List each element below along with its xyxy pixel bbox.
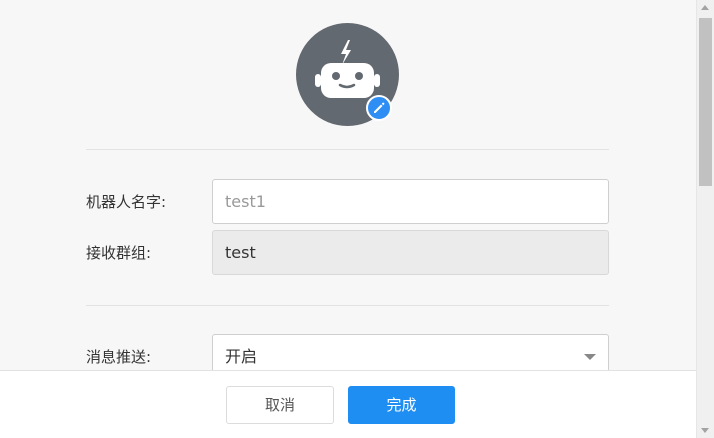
settings-panel: 机器人名字: 接收群组: test 消息推送: 开启 — [0, 0, 696, 370]
robot-name-input[interactable] — [212, 179, 609, 224]
divider — [86, 149, 609, 150]
scroll-down-icon[interactable] — [701, 428, 709, 433]
chevron-down-icon — [584, 354, 596, 360]
robot-name-label: 机器人名字: — [86, 193, 167, 211]
edit-avatar-button[interactable] — [366, 95, 392, 121]
done-button[interactable]: 完成 — [348, 386, 455, 424]
group-label: 接收群组: — [86, 244, 152, 262]
group-field: test — [212, 230, 609, 275]
push-select[interactable]: 开启 — [212, 334, 609, 370]
vertical-scrollbar[interactable] — [696, 0, 714, 438]
push-label: 消息推送: — [86, 348, 152, 366]
cancel-button[interactable]: 取消 — [226, 386, 334, 424]
push-select-value: 开启 — [225, 347, 258, 366]
scrollbar-thumb[interactable] — [699, 18, 712, 186]
scroll-up-icon[interactable] — [701, 5, 709, 10]
pencil-icon — [374, 102, 385, 113]
divider — [86, 305, 609, 306]
dialog-footer: 取消 完成 — [0, 370, 696, 438]
